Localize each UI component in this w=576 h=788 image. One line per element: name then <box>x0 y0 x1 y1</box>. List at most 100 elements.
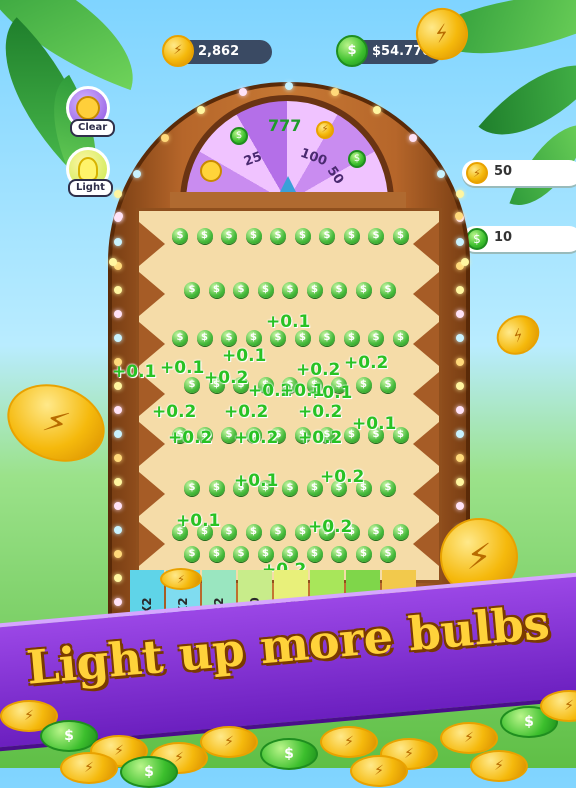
peg-coin: $ <box>172 228 188 244</box>
cash-stack-icon: $ <box>336 35 368 67</box>
peg-coin: $ <box>221 228 237 244</box>
peg-coin: $ <box>196 228 213 244</box>
peg-coin: $ <box>233 546 249 562</box>
reward-float: +0.2 <box>308 517 353 537</box>
spike-left <box>139 472 165 516</box>
reward-pill-coin[interactable]: ⚡ 50 <box>462 160 576 186</box>
peg-coin: $ <box>184 546 200 562</box>
reward-value: 10 <box>494 230 513 245</box>
peg-coin: $ <box>355 282 372 298</box>
frame-bulb <box>456 358 464 366</box>
peg-coin: $ <box>184 282 200 298</box>
frame-bulb <box>114 382 122 390</box>
reward-float: +0.1 <box>352 414 397 434</box>
spike-right <box>413 222 439 266</box>
lightning-coin-decoration: ⚡ <box>320 726 378 758</box>
frame-bulb <box>114 478 122 486</box>
reward-float: +0.1 <box>266 312 311 332</box>
reward-float: +0.2 <box>204 368 249 388</box>
frame-bulb <box>330 87 339 96</box>
wheel-cash-icon: $ <box>230 127 248 145</box>
lightning-coin-decoration: ⚡ <box>200 726 258 758</box>
reward-float: +0.2 <box>296 360 341 380</box>
frame-bulb <box>114 598 122 606</box>
peg-coin: $ <box>380 377 396 393</box>
peg-coin: $ <box>331 546 347 562</box>
spike-right <box>413 422 439 466</box>
peg-coin: $ <box>368 228 384 244</box>
frame-bulb <box>461 258 469 266</box>
frame-bulb <box>114 238 122 246</box>
spike-right <box>413 372 439 416</box>
frame-bulb <box>114 430 122 438</box>
frame-bulb <box>456 430 464 438</box>
peg-coin: $ <box>233 282 249 298</box>
reward-float: +0.2 <box>224 402 269 422</box>
cash-coin-decoration: $ <box>120 756 178 788</box>
bulb-icon <box>78 157 98 181</box>
lightning-coin-decoration: ⚡ <box>60 752 118 784</box>
lightning-coin-decoration: ⚡ <box>470 750 528 782</box>
frame-bulb <box>456 190 464 198</box>
peg-coin: $ <box>208 480 225 496</box>
peg-coin: $ <box>184 377 200 393</box>
frame-bulb <box>197 105 205 114</box>
peg-coin: $ <box>184 480 200 496</box>
light-label: Light <box>68 179 113 197</box>
reward-float: +0.1 <box>280 381 325 401</box>
wheel-jackpot-label: 777 <box>268 116 302 135</box>
peg-coin: $ <box>208 546 225 562</box>
frame-bulb <box>456 406 464 414</box>
lightning-coin-decoration: ⚡ <box>489 307 547 363</box>
peg-coin: $ <box>270 330 286 346</box>
peg-coin: $ <box>208 282 225 298</box>
reward-value: 50 <box>494 164 513 179</box>
reward-float: +0.2 <box>320 467 365 487</box>
frame-bulb <box>456 334 464 342</box>
frame-bulb <box>114 310 122 318</box>
frame-bulb <box>373 105 381 114</box>
peg-coin: $ <box>380 282 396 298</box>
peg-coin: $ <box>355 546 372 562</box>
peg-coin: $ <box>392 228 409 244</box>
peg-coin: $ <box>245 228 262 244</box>
frame-bulb <box>160 133 169 142</box>
peg-coin: $ <box>380 480 396 496</box>
peg-coin: $ <box>380 546 396 562</box>
peg-coin: $ <box>306 282 323 298</box>
frame-bulb <box>456 478 464 486</box>
peg-coin: $ <box>368 330 384 346</box>
falling-coin: ⚡ <box>160 568 202 590</box>
peg-coin: $ <box>343 228 360 244</box>
frame-bulb <box>114 574 122 582</box>
spike-left <box>139 272 165 316</box>
spike-left <box>139 522 165 566</box>
peg-coin: $ <box>282 480 298 496</box>
frame-bulb <box>456 502 464 510</box>
peg-coin: $ <box>294 330 311 346</box>
spike-right <box>413 472 439 516</box>
frame-bulb <box>456 310 464 318</box>
cash-coin-decoration: $ <box>260 738 318 770</box>
coin-balance-value: 2,862 <box>198 44 240 59</box>
frame-bulb <box>114 502 122 510</box>
peg-coin: $ <box>343 330 360 346</box>
reward-pill-cash[interactable]: $ 10 <box>462 226 576 252</box>
reward-float: +0.2 <box>152 402 197 422</box>
wheel-pointer-icon <box>280 176 296 192</box>
peg-coin: $ <box>257 282 274 298</box>
peg-coin: $ <box>294 228 311 244</box>
peg-coin: $ <box>221 330 237 346</box>
frame-bulb <box>132 170 141 178</box>
coin-balance-pill: ⚡ 2,862 <box>162 35 272 67</box>
frame-bulb <box>114 550 122 558</box>
reward-float: +0.1 <box>160 358 205 378</box>
peg-coin: $ <box>282 282 298 298</box>
reward-float: +0.1 <box>222 346 267 366</box>
frame-bulb <box>114 454 122 462</box>
frame-bulb <box>456 286 464 294</box>
spike-right <box>413 322 439 366</box>
peg-coin: $ <box>368 524 384 540</box>
reward-float: +0.2 <box>298 402 343 422</box>
broom-icon <box>76 96 100 120</box>
